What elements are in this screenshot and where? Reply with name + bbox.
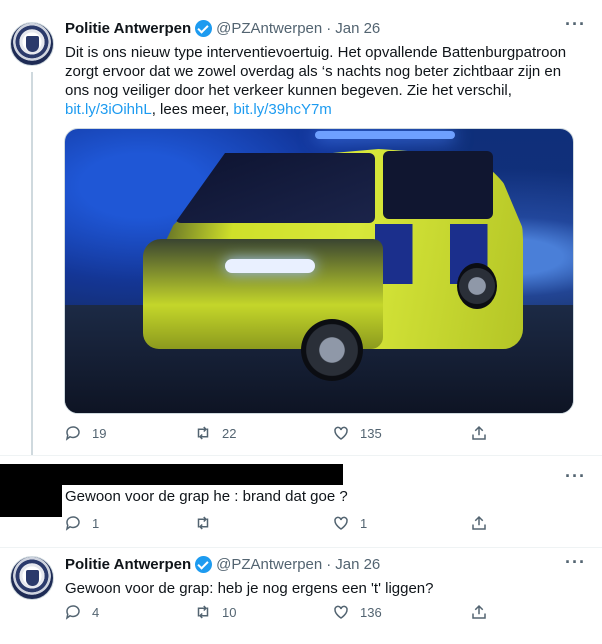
avatar[interactable] — [10, 556, 54, 600]
thread-line — [31, 72, 33, 455]
tweet-link-2[interactable]: bit.ly/39hcY7m — [233, 101, 331, 118]
photo-ceiling-light — [315, 131, 455, 139]
author-name[interactable]: Politie Antwerpen — [65, 556, 191, 573]
share-icon — [470, 424, 488, 442]
like-count: 136 — [360, 604, 382, 620]
share-icon — [470, 603, 488, 621]
tweet-text: Gewoon voor de grap he : brand dat goe ? — [65, 488, 348, 505]
verified-badge-icon — [195, 556, 213, 573]
reply-icon — [64, 603, 82, 621]
share-button[interactable] — [470, 603, 488, 621]
heart-icon — [332, 424, 350, 442]
tweet-header: Politie Antwerpen @PZAntwerpen · Jan 26 — [65, 20, 380, 37]
like-button[interactable]: 135 — [332, 424, 382, 442]
like-button[interactable]: 1 — [332, 514, 367, 532]
retweet-button[interactable] — [194, 514, 222, 532]
tweet-header: Politie Antwerpen @PZAntwerpen · Jan 26 — [65, 556, 380, 573]
reply-button[interactable]: 4 — [64, 603, 99, 621]
tweet-media-van-photo[interactable] — [64, 128, 574, 414]
retweet-count: 22 — [222, 425, 237, 441]
reply-count: 1 — [92, 515, 100, 531]
reply-icon — [64, 424, 82, 442]
van-front-wheel — [301, 319, 363, 381]
share-button[interactable] — [470, 514, 488, 532]
tweet-link-1[interactable]: bit.ly/3iOihhL — [65, 101, 152, 118]
like-count: 135 — [360, 425, 382, 441]
tweet-text-body: Dit is ons nieuw type interventievoertui… — [65, 44, 567, 99]
tweet-actions: 19 22 135 — [64, 424, 504, 444]
tweet-2[interactable]: ··· Gewoon voor de grap he : brand dat g… — [0, 456, 602, 548]
avatar[interactable] — [10, 22, 54, 66]
redacted-avatar — [0, 464, 62, 517]
van-battenburg-pattern — [375, 224, 525, 284]
tweet-text: Gewoon voor de grap: heb je nog ergens e… — [65, 580, 434, 597]
police-emblem-icon — [26, 36, 39, 52]
reply-icon — [64, 514, 82, 532]
verified-badge-icon — [195, 20, 213, 37]
retweet-button[interactable]: 10 — [194, 603, 236, 621]
separator: · — [326, 556, 332, 573]
tweet-3[interactable]: Politie Antwerpen @PZAntwerpen · Jan 26 … — [0, 548, 602, 644]
reply-count: 4 — [92, 604, 100, 620]
share-icon — [470, 514, 488, 532]
heart-icon — [332, 514, 350, 532]
tweet-1[interactable]: Politie Antwerpen @PZAntwerpen · Jan 26 … — [0, 0, 602, 455]
author-name[interactable]: Politie Antwerpen — [65, 20, 191, 37]
like-button[interactable]: 136 — [332, 603, 382, 621]
author-handle[interactable]: @PZAntwerpen — [216, 20, 322, 37]
like-count: 1 — [360, 515, 368, 531]
reply-button[interactable]: 1 — [64, 514, 99, 532]
share-button[interactable] — [470, 424, 488, 442]
more-options-icon[interactable]: ··· — [565, 466, 586, 487]
heart-icon — [332, 603, 350, 621]
tweet-date[interactable]: Jan 26 — [335, 20, 380, 37]
van-windshield — [175, 153, 375, 223]
more-options-icon[interactable]: ··· — [565, 552, 586, 573]
author-handle[interactable]: @PZAntwerpen — [216, 556, 322, 573]
retweet-count: 10 — [222, 604, 237, 620]
retweet-icon — [194, 603, 212, 621]
van-side-window — [383, 151, 493, 219]
police-emblem-icon — [26, 570, 39, 586]
more-options-icon[interactable]: ··· — [565, 14, 586, 35]
reply-button[interactable]: 19 — [64, 424, 106, 442]
reply-count: 19 — [92, 425, 107, 441]
tweet-actions: 4 10 136 — [64, 603, 504, 623]
tweet-date[interactable]: Jan 26 — [335, 556, 380, 573]
tweet-text-middle: , lees meer, — [151, 101, 234, 118]
tweet-text: Dit is ons nieuw type interventievoertui… — [65, 43, 585, 119]
separator: · — [326, 20, 332, 37]
retweet-icon — [194, 424, 212, 442]
retweet-button[interactable]: 22 — [194, 424, 236, 442]
retweet-icon — [194, 514, 212, 532]
tweet-actions: 1 1 — [64, 514, 504, 534]
van-rear-wheel — [457, 263, 497, 309]
van-headlight — [225, 259, 315, 273]
